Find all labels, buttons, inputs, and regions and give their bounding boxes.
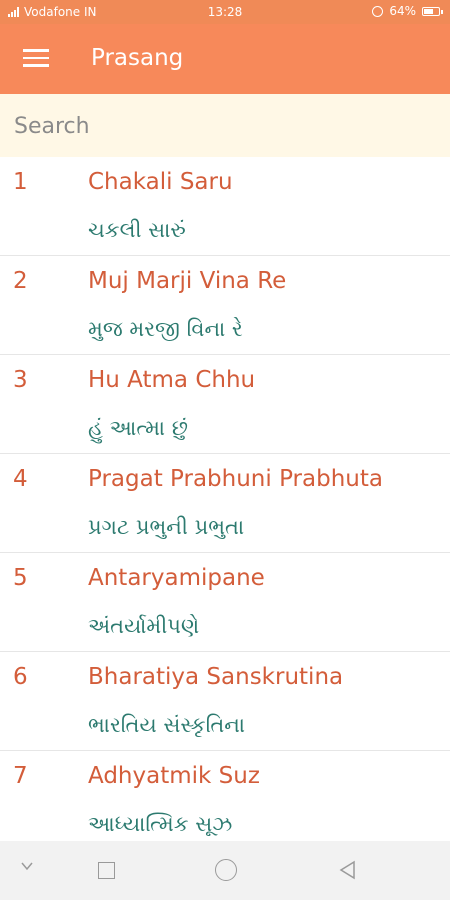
item-subtitle-gujarati: આધ્યાત્મિક સૂઝ	[88, 812, 233, 836]
item-title: Chakali Saru	[88, 169, 233, 195]
item-number: 1	[13, 169, 28, 195]
battery-icon	[422, 6, 443, 16]
list-item[interactable]: 7 Adhyatmik Suz આધ્યાત્મિક સૂઝ	[0, 751, 450, 850]
alarm-icon	[372, 5, 384, 17]
item-subtitle-gujarati: પ્રગટ પ્રભુની પ્રભુતા	[88, 515, 245, 539]
item-number: 5	[13, 565, 28, 591]
item-title: Hu Atma Chhu	[88, 367, 256, 393]
list-item[interactable]: 6 Bharatiya Sanskrutina ભારતિય સંસ્કૃતિના	[0, 652, 450, 751]
prasang-list: 1 Chakali Saru ચકલી સારું 2 Muj Marji Vina R…	[0, 157, 450, 850]
app-bar: Prasang	[0, 24, 450, 94]
item-title: Antaryamipane	[88, 565, 265, 591]
list-item[interactable]: 4 Pragat Prabhuni Prabhuta પ્રગટ પ્રભુની પ…	[0, 454, 450, 553]
search-bar	[0, 94, 450, 157]
item-subtitle-gujarati: હું આત્મા છું	[88, 416, 188, 440]
item-subtitle-gujarati: અંતર્યામીપણે	[88, 614, 200, 638]
system-nav-bar	[0, 841, 450, 900]
item-number: 3	[13, 367, 28, 393]
recent-apps-icon[interactable]	[98, 862, 115, 879]
item-subtitle-gujarati: ચકલી સારું	[88, 218, 186, 242]
battery-percent: 64%	[389, 4, 416, 18]
item-title: Pragat Prabhuni Prabhuta	[88, 466, 383, 492]
page-title: Prasang	[91, 45, 184, 71]
list-item[interactable]: 5 Antaryamipane અંતર્યામીપણે	[0, 553, 450, 652]
item-number: 4	[13, 466, 28, 492]
list-item[interactable]: 2 Muj Marji Vina Re મુજ મરજી વિના રે	[0, 256, 450, 355]
list-item[interactable]: 3 Hu Atma Chhu હું આત્મા છું	[0, 355, 450, 454]
back-icon[interactable]	[338, 860, 358, 880]
item-title: Bharatiya Sanskrutina	[88, 664, 344, 690]
status-bar: Vodafone IN 13:28 64%	[0, 0, 450, 24]
item-number: 7	[13, 763, 28, 789]
search-input[interactable]	[12, 108, 436, 144]
item-title: Muj Marji Vina Re	[88, 268, 287, 294]
hamburger-menu-icon[interactable]	[23, 49, 49, 69]
list-item[interactable]: 1 Chakali Saru ચકલી સારું	[0, 157, 450, 256]
item-number: 6	[13, 664, 28, 690]
chevron-down-icon[interactable]	[20, 859, 34, 873]
home-icon[interactable]	[215, 859, 237, 881]
item-number: 2	[13, 268, 28, 294]
status-right: 64%	[372, 4, 443, 18]
item-subtitle-gujarati: ભારતિય સંસ્કૃતિના	[88, 713, 246, 737]
item-title: Adhyatmik Suz	[88, 763, 260, 789]
item-subtitle-gujarati: મુજ મરજી વિના રે	[88, 317, 243, 341]
